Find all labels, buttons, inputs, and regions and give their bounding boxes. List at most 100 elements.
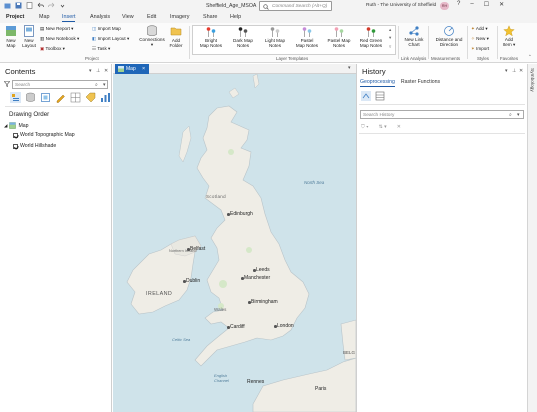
import-map-button[interactable]: ◫ Import Map [92,26,121,31]
gallery-scroll-down[interactable]: ▾ [389,35,391,40]
contents-search-input[interactable]: Search ⌕ ▾ [12,80,108,89]
data-source-icon[interactable] [25,92,36,103]
layer-template-6[interactable]: Red Green Map Notes [356,26,386,48]
history-search-input[interactable]: Search History ⌕ ▾ [360,110,524,119]
pin-icon[interactable]: ⊥ [512,68,516,74]
search-dropdown-icon[interactable]: ▾ [103,82,106,88]
user-name[interactable]: Ruth - The University of Sheffield [366,3,436,8]
tab-raster-functions[interactable]: Raster Functions [401,79,440,87]
map-canvas[interactable]: North Sea Scotland Edinburgh Northern Ir… [113,74,356,412]
layer-template-1[interactable]: Bright Map Notes [196,26,226,48]
city-dot [183,280,186,283]
city-dot [241,277,244,280]
city-dot [274,325,277,328]
close-pane-icon[interactable]: ✕ [104,68,108,74]
new-layout-button[interactable]: New Layout [20,25,38,48]
close-window-button[interactable]: ✕ [499,1,504,8]
new-style-button[interactable]: ✧ New ▾ [471,36,489,41]
new-report-button[interactable]: ▤ New Report ▾ [40,26,73,31]
minimize-button[interactable]: – [470,1,473,8]
label-manchester: Manchester [244,275,271,281]
tab-insert[interactable]: Insert [62,14,76,22]
new-link-chart-button[interactable]: New Link Chart [401,25,427,47]
selection-icon[interactable] [40,92,51,103]
tab-edit[interactable]: Edit [147,14,156,20]
sort-icon[interactable]: ⇅ ▾ [379,124,387,130]
search-icon[interactable]: ⌕ [95,82,98,88]
tree-map-node[interactable]: ◢ Map [4,122,29,129]
customize-toolbar-icon[interactable] [59,2,66,9]
toolbox-button[interactable]: ▣ Toolbox ▾ [40,46,65,51]
close-tab-icon[interactable]: × [142,66,145,72]
tab-help[interactable]: Help [230,14,241,20]
divider [359,104,525,105]
label-belgium: BELG [343,350,356,355]
layer-template-4[interactable]: Pastel Map Notes [292,26,322,48]
snapping-icon[interactable] [70,92,81,103]
park-area [219,280,227,288]
search-icon[interactable]: ⌕ [509,112,512,118]
open-project-icon[interactable] [4,2,11,9]
maximize-button[interactable]: ☐ [484,1,489,8]
park-area [228,149,234,155]
label-belfast: Belfast [190,246,206,252]
tab-geoprocessing[interactable]: Geoprocessing [360,79,395,87]
project-title: Sheffield_Age_MSOA [206,3,257,9]
close-pane-icon[interactable]: ✕ [519,68,523,74]
pane-options-icon[interactable]: ▾ [89,68,92,74]
collapse-arrow-icon[interactable]: ◢ [4,123,7,129]
import-style-button[interactable]: ✶ Import [471,46,489,51]
tab-analysis[interactable]: Analysis [90,14,110,20]
tab-list-icon[interactable]: ▾ [348,65,351,71]
layer-visibility-checkbox[interactable] [13,143,18,149]
pin-icon[interactable]: ⊥ [96,68,100,74]
gallery-expand[interactable]: ▿ [389,44,391,49]
drawing-order-icon[interactable] [10,92,21,103]
layer-template-2[interactable]: Dark Map Notes [228,26,258,48]
save-icon[interactable] [15,2,22,9]
labeling-icon[interactable] [85,92,96,103]
pane-options-icon[interactable]: ▾ [505,68,508,74]
layer-visibility-checkbox[interactable] [13,132,18,138]
tab-map[interactable]: Map [39,14,50,20]
task-button[interactable]: ☷ Task ▾ [92,46,110,51]
tab-project[interactable]: Project [6,14,24,20]
add-style-button[interactable]: ✦ Add ▾ [471,26,488,31]
command-search-input[interactable]: Command Search (Alt+Q) [259,1,332,11]
tab-view[interactable]: View [122,14,134,20]
collapse-ribbon-icon[interactable]: ⌃ [528,54,532,59]
avatar[interactable]: RH [440,2,449,10]
tab-share[interactable]: Share [203,14,217,20]
charts-icon[interactable] [100,92,111,103]
connections-button[interactable]: Connections ▾ [137,25,167,47]
new-map-button[interactable]: New Map [2,25,20,48]
history-list-icon[interactable] [361,91,371,101]
tab-map-view[interactable]: Map × [115,64,149,74]
tab-symbology[interactable]: Symbology [529,68,534,92]
new-notebook-button[interactable]: ▥ New Notebook ▾ [40,36,79,41]
undo-icon[interactable] [37,2,44,9]
search-dropdown-icon[interactable]: ▾ [517,112,520,118]
template-label-line2: Map Notes [199,43,223,48]
layer-template-3[interactable]: Light Map Notes [260,26,290,48]
new-project-icon[interactable] [26,2,33,9]
add-folder-button[interactable]: Add Folder [167,25,185,48]
layer-world-topographic-map[interactable]: World Topographic Map [13,132,75,138]
help-button[interactable]: ? [457,1,460,8]
gallery-scroll-up[interactable]: ▴ [389,27,391,32]
layer-template-5[interactable]: Pastel Map Notes [324,26,354,48]
group-label-project: Project [85,56,99,61]
tab-imagery[interactable]: Imagery [170,14,189,20]
editing-icon[interactable] [55,92,66,103]
filter-icon[interactable]: ⛉ ▾ [361,124,369,130]
folder-icon [170,27,182,36]
redo-icon[interactable] [48,2,55,9]
group-label-favorites: Favorites [500,56,519,61]
layer-world-hillshade[interactable]: World Hillshade [13,143,56,149]
distance-direction-button[interactable]: Distance and Direction [432,25,466,47]
history-grid-icon[interactable] [375,91,385,101]
remove-icon[interactable]: ✕ [397,124,401,130]
import-layout-button[interactable]: ◧ Import Layout ▾ [92,36,129,41]
add-item-button[interactable]: Add Item ▾ [501,25,517,47]
filter-icon[interactable] [3,81,11,89]
